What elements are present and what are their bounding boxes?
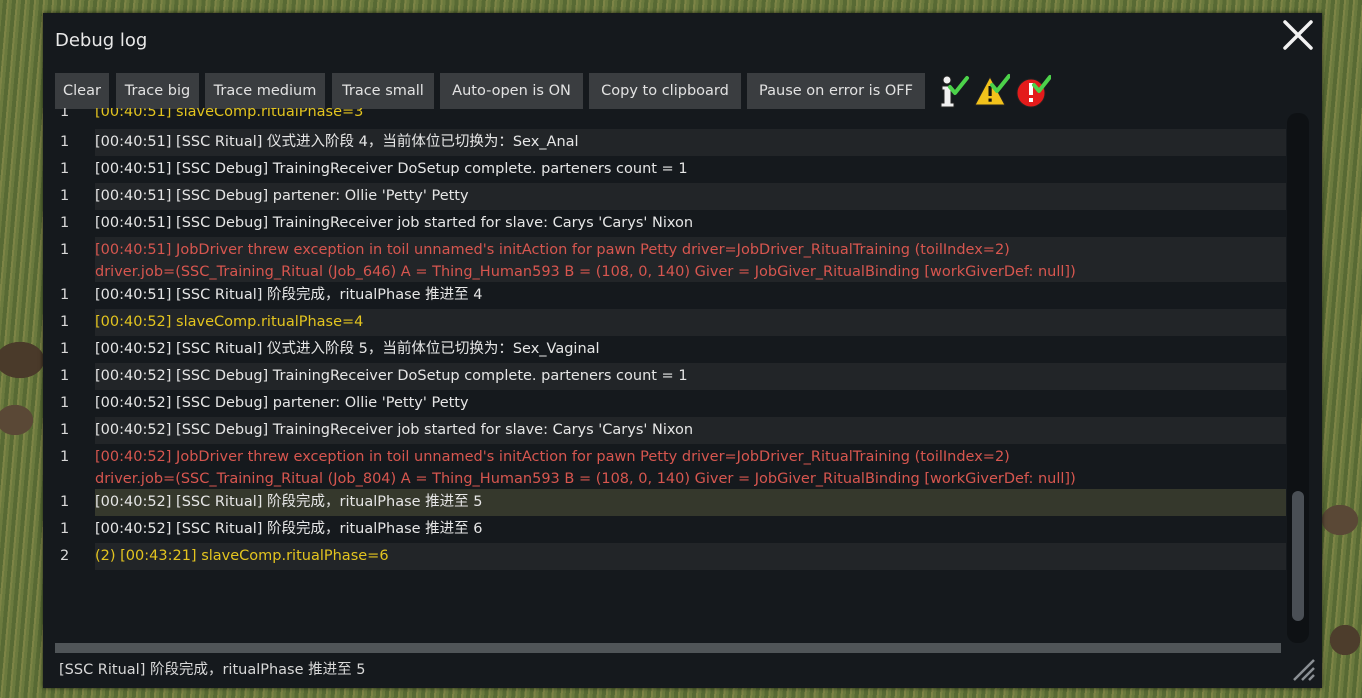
log-row[interactable]: 1 [00:40:52] [SSC Ritual] 阶段完成，ritualPha… bbox=[55, 516, 1286, 543]
log-message: [00:40:51] [SSC Debug] TrainingReceiver … bbox=[95, 215, 694, 231]
log-count: 1 bbox=[60, 108, 70, 120]
debug-log-window: Debug log Clear Trace big Trace medium T… bbox=[43, 13, 1322, 688]
log-count: 2 bbox=[60, 548, 70, 564]
log-message: [00:40:51] [SSC Debug] partener: Ollie '… bbox=[95, 183, 1286, 210]
clear-button[interactable]: Clear bbox=[55, 73, 109, 109]
error-toggle-icon[interactable] bbox=[1015, 73, 1051, 109]
log-count: 1 bbox=[60, 341, 70, 357]
trace-medium-button[interactable]: Trace medium bbox=[205, 73, 325, 109]
log-row[interactable]: 2 (2) [00:43:21] slaveComp.ritualPhase=6 bbox=[55, 543, 1286, 570]
log-row[interactable]: 1 [00:40:52] slaveComp.ritualPhase=4 bbox=[55, 309, 1286, 336]
log-row[interactable]: 1 [00:40:51] slaveComp.ritualPhase=3 bbox=[55, 108, 1286, 126]
log-row-selected[interactable]: 1 [00:40:52] [SSC Ritual] 阶段完成，ritualPha… bbox=[55, 489, 1286, 516]
trace-small-button[interactable]: Trace small bbox=[332, 73, 434, 109]
log-message: (2) [00:43:21] slaveComp.ritualPhase=6 bbox=[95, 543, 1286, 570]
selected-message-detail: [SSC Ritual] 阶段完成，ritualPhase 推进至 5 bbox=[59, 662, 366, 678]
log-count: 1 bbox=[60, 368, 70, 384]
log-row[interactable]: 1 [00:40:51] [SSC Ritual] 阶段完成，ritualPha… bbox=[55, 282, 1286, 309]
log-count: 1 bbox=[60, 521, 70, 537]
copy-to-clipboard-button[interactable]: Copy to clipboard bbox=[589, 73, 741, 109]
resize-handle-icon[interactable] bbox=[1290, 656, 1316, 682]
log-count: 1 bbox=[60, 287, 70, 303]
log-message: [00:40:51] [SSC Debug] TrainingReceiver … bbox=[95, 161, 688, 177]
log-row-error[interactable]: 1 [00:40:51] JobDriver threw exception i… bbox=[55, 237, 1286, 282]
log-count: 1 bbox=[60, 395, 70, 411]
log-count: 1 bbox=[60, 134, 70, 150]
log-row[interactable]: 1 [00:40:51] [SSC Debug] partener: Ollie… bbox=[55, 183, 1286, 210]
log-row[interactable]: 1 [00:40:51] [SSC Ritual] 仪式进入阶段 4，当前体位已… bbox=[55, 129, 1286, 156]
info-toggle-icon[interactable] bbox=[935, 73, 971, 109]
pause-on-error-button[interactable]: Pause on error is OFF bbox=[747, 73, 925, 109]
log-row[interactable]: 1 [00:40:52] [SSC Debug] TrainingReceive… bbox=[55, 417, 1286, 444]
auto-open-button[interactable]: Auto-open is ON bbox=[440, 73, 583, 109]
log-count: 1 bbox=[60, 494, 70, 510]
trace-big-button[interactable]: Trace big bbox=[116, 73, 199, 109]
log-count: 1 bbox=[60, 422, 70, 438]
pane-splitter[interactable] bbox=[55, 643, 1281, 653]
close-icon[interactable] bbox=[1281, 17, 1315, 53]
log-message: [00:40:51] slaveComp.ritualPhase=3 bbox=[95, 108, 364, 120]
log-message: [00:40:52] JobDriver threw exception in … bbox=[95, 449, 1076, 487]
log-message: [00:40:52] [SSC Ritual] 阶段完成，ritualPhase… bbox=[95, 521, 483, 537]
window-title: Debug log bbox=[55, 30, 148, 51]
log-message: [00:40:51] [SSC Ritual] 阶段完成，ritualPhase… bbox=[95, 287, 483, 303]
log-count: 1 bbox=[60, 449, 70, 465]
log-message: [00:40:52] [SSC Debug] TrainingReceiver … bbox=[95, 417, 1286, 444]
log-list[interactable]: 1 [00:40:51] slaveComp.ritualPhase=3 1 [… bbox=[55, 108, 1286, 588]
warning-toggle-icon[interactable] bbox=[974, 73, 1010, 109]
log-count: 1 bbox=[60, 188, 70, 204]
log-count: 1 bbox=[60, 215, 70, 231]
log-count: 1 bbox=[60, 242, 70, 258]
log-row[interactable]: 1 [00:40:52] [SSC Debug] partener: Ollie… bbox=[55, 390, 1286, 417]
log-message: [00:40:52] [SSC Debug] partener: Ollie '… bbox=[95, 395, 469, 411]
log-message: [00:40:52] [SSC Debug] TrainingReceiver … bbox=[95, 363, 1286, 390]
log-message: [00:40:52] [SSC Ritual] 仪式进入阶段 5，当前体位已切换… bbox=[95, 341, 600, 357]
log-count: 1 bbox=[60, 314, 70, 330]
log-message: [00:40:51] [SSC Ritual] 仪式进入阶段 4，当前体位已切换… bbox=[95, 129, 1286, 156]
log-row[interactable]: 1 [00:40:52] [SSC Debug] TrainingReceive… bbox=[55, 363, 1286, 390]
log-message: [00:40:52] [SSC Ritual] 阶段完成，ritualPhase… bbox=[95, 489, 1286, 516]
log-message: [00:40:51] JobDriver threw exception in … bbox=[95, 237, 1286, 282]
log-row[interactable]: 1 [00:40:52] [SSC Ritual] 仪式进入阶段 5，当前体位已… bbox=[55, 336, 1286, 363]
log-count: 1 bbox=[60, 161, 70, 177]
log-row[interactable]: 1 [00:40:51] [SSC Debug] TrainingReceive… bbox=[55, 156, 1286, 183]
log-row[interactable]: 1 [00:40:51] [SSC Debug] TrainingReceive… bbox=[55, 210, 1286, 237]
log-scrollbar-thumb[interactable] bbox=[1292, 491, 1304, 621]
log-row-error[interactable]: 1 [00:40:52] JobDriver threw exception i… bbox=[55, 444, 1286, 489]
log-message: [00:40:52] slaveComp.ritualPhase=4 bbox=[95, 309, 1286, 336]
